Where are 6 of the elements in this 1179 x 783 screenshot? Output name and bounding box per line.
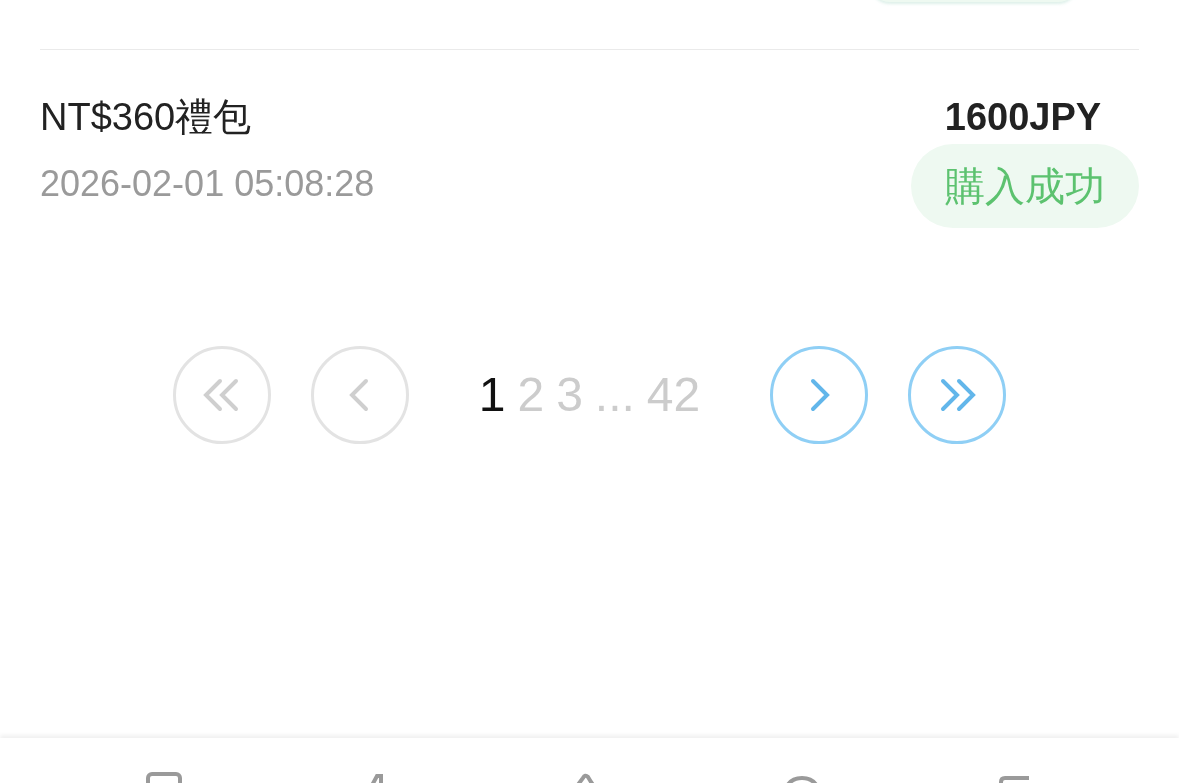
page-number[interactable]: 1: [478, 367, 506, 423]
price: 1600JPY: [944, 95, 1102, 140]
product-title: NT$360禮包: [40, 95, 253, 140]
page-number[interactable]: ...: [594, 367, 635, 423]
order-time: 2026-02-01 05:08:28: [40, 162, 375, 206]
status-badge: 購入成功: [911, 144, 1139, 228]
